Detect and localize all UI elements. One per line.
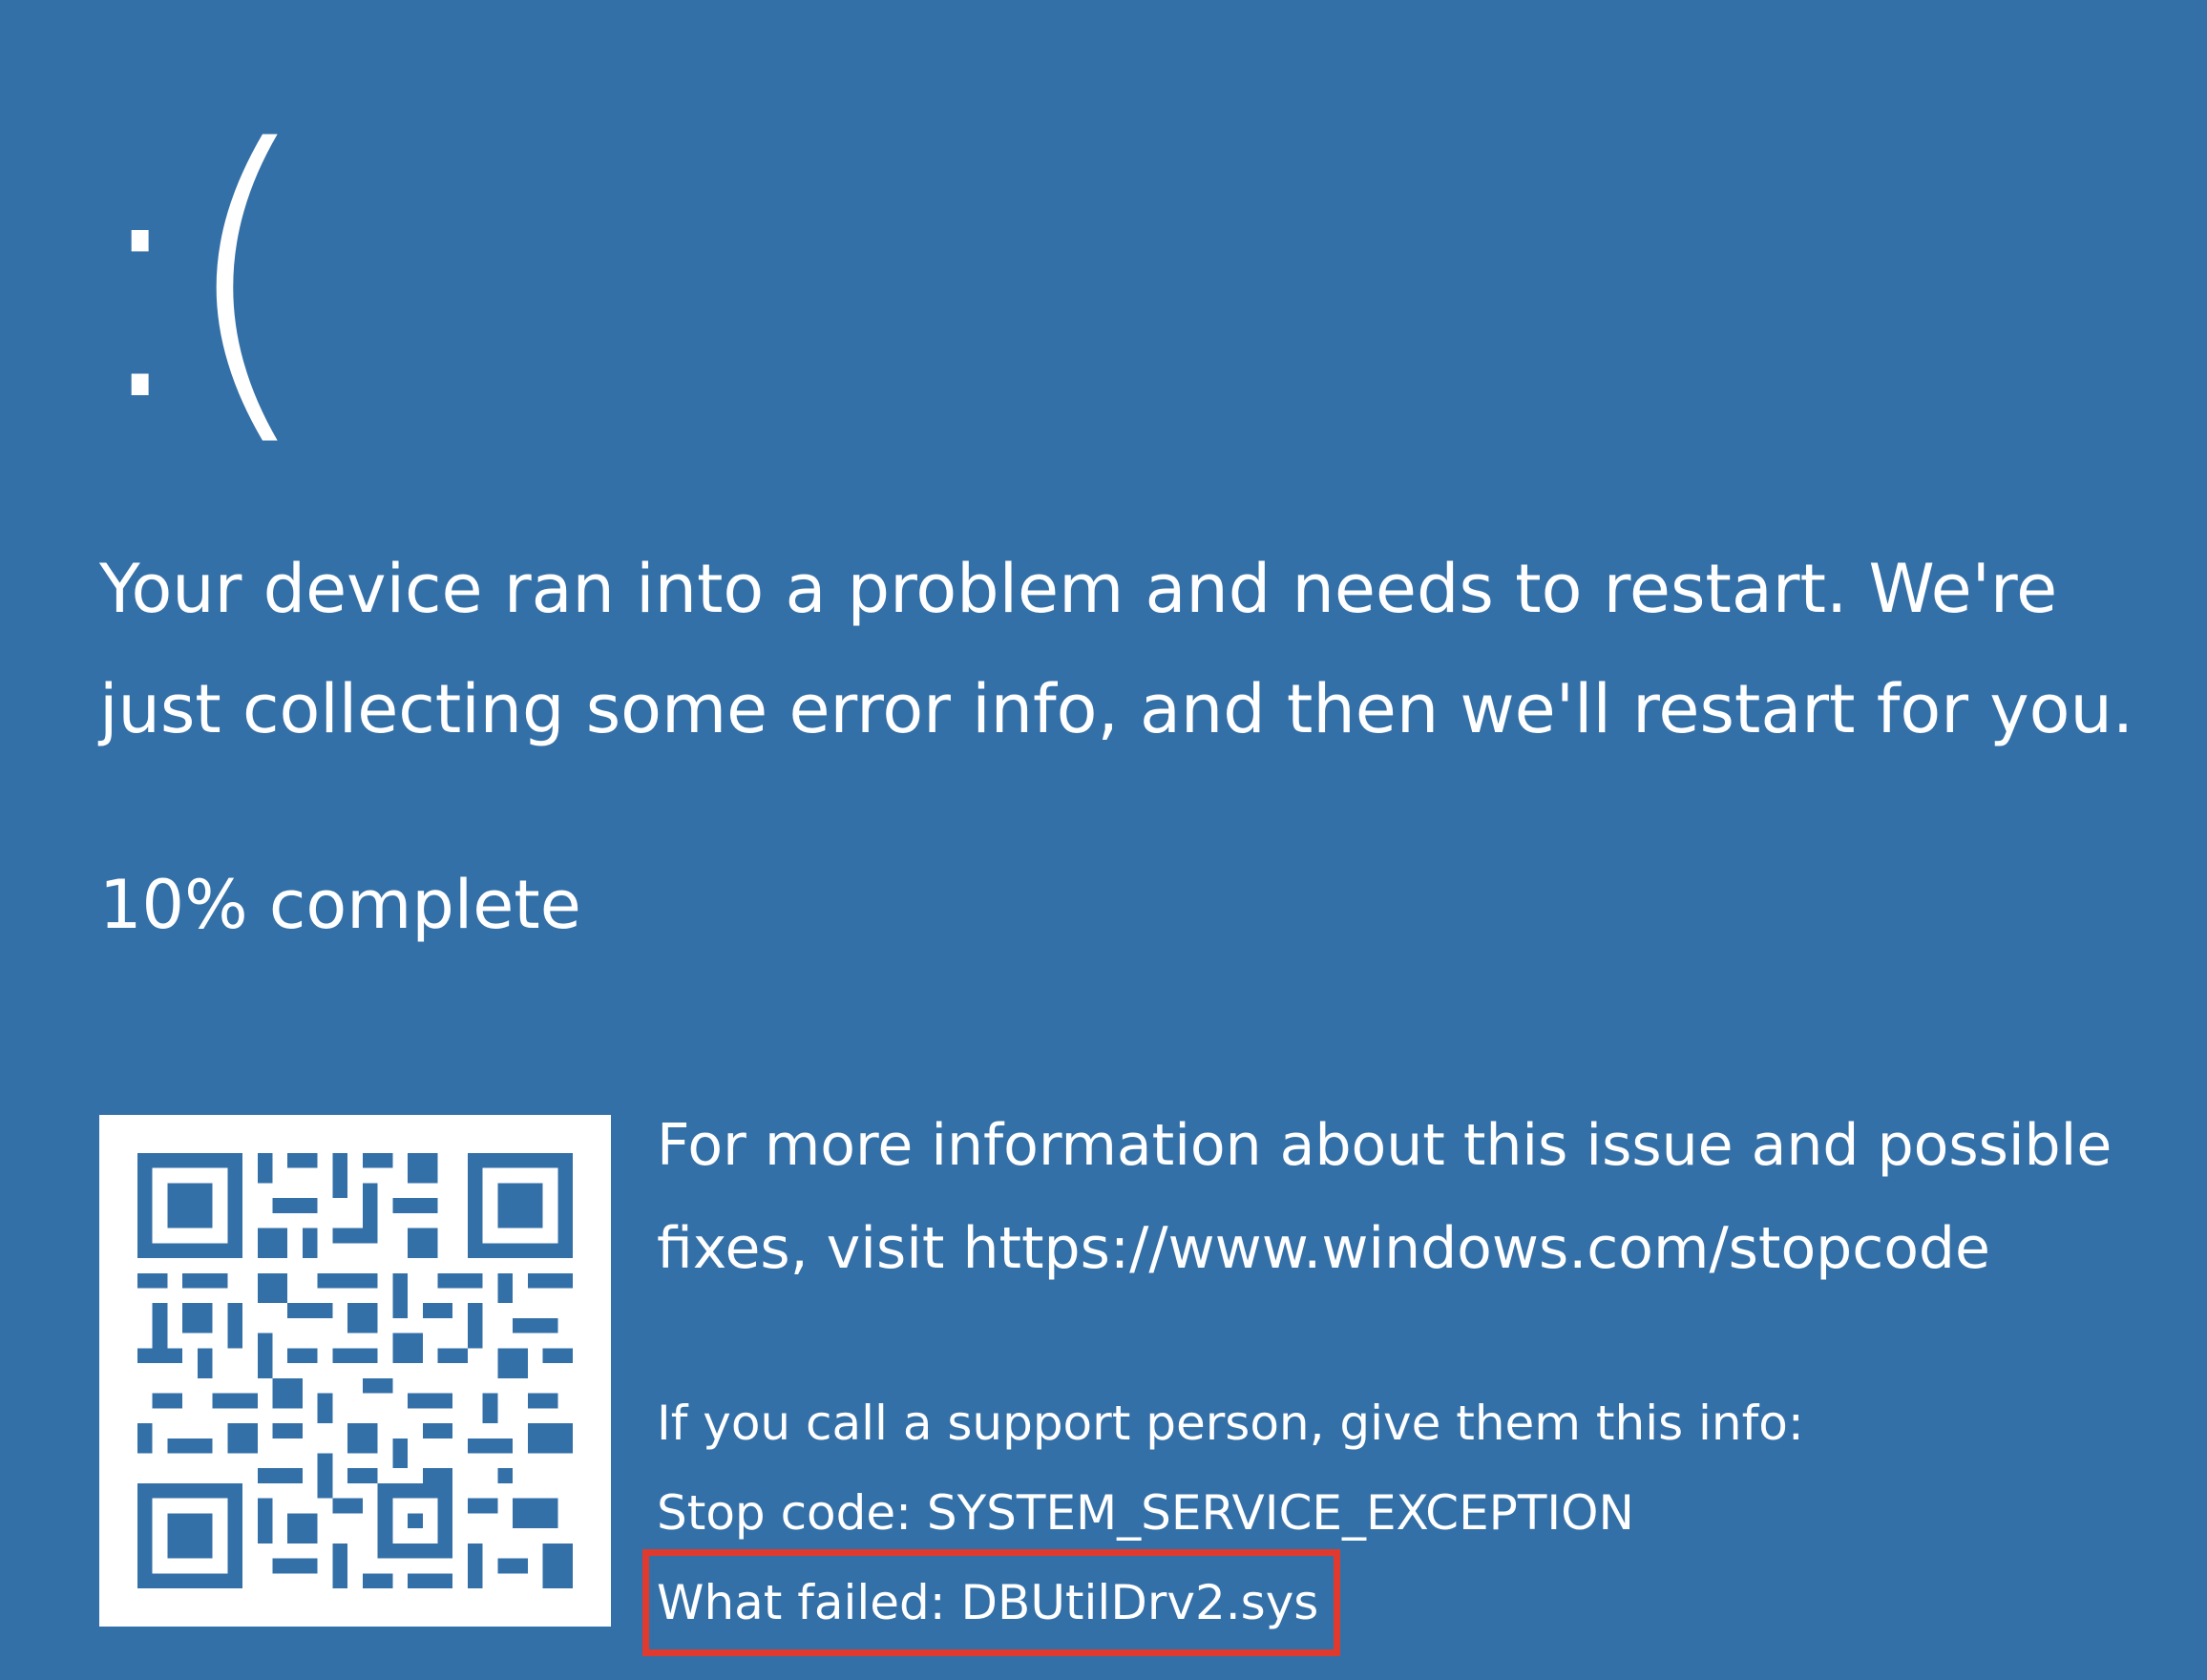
sad-face: :(	[82, 76, 313, 476]
what-failed: What failed: DBUtilDrv2.sys	[641, 1549, 1341, 1656]
error-message: Your device ran into a problem and needs…	[99, 550, 2134, 748]
qr-code-icon	[99, 1115, 611, 1627]
progress-text: 10% complete	[99, 866, 581, 944]
support-info: If you call a support person, give them …	[641, 1378, 2184, 1656]
stop-code: Stop code: SYSTEM_SERVICE_EXCEPTION	[657, 1485, 1634, 1541]
more-info-text: For more information about this issue an…	[657, 1112, 2112, 1282]
what-failed-row: What failed: DBUtilDrv2.sys	[641, 1549, 2184, 1656]
support-intro: If you call a support person, give them …	[657, 1396, 1804, 1451]
